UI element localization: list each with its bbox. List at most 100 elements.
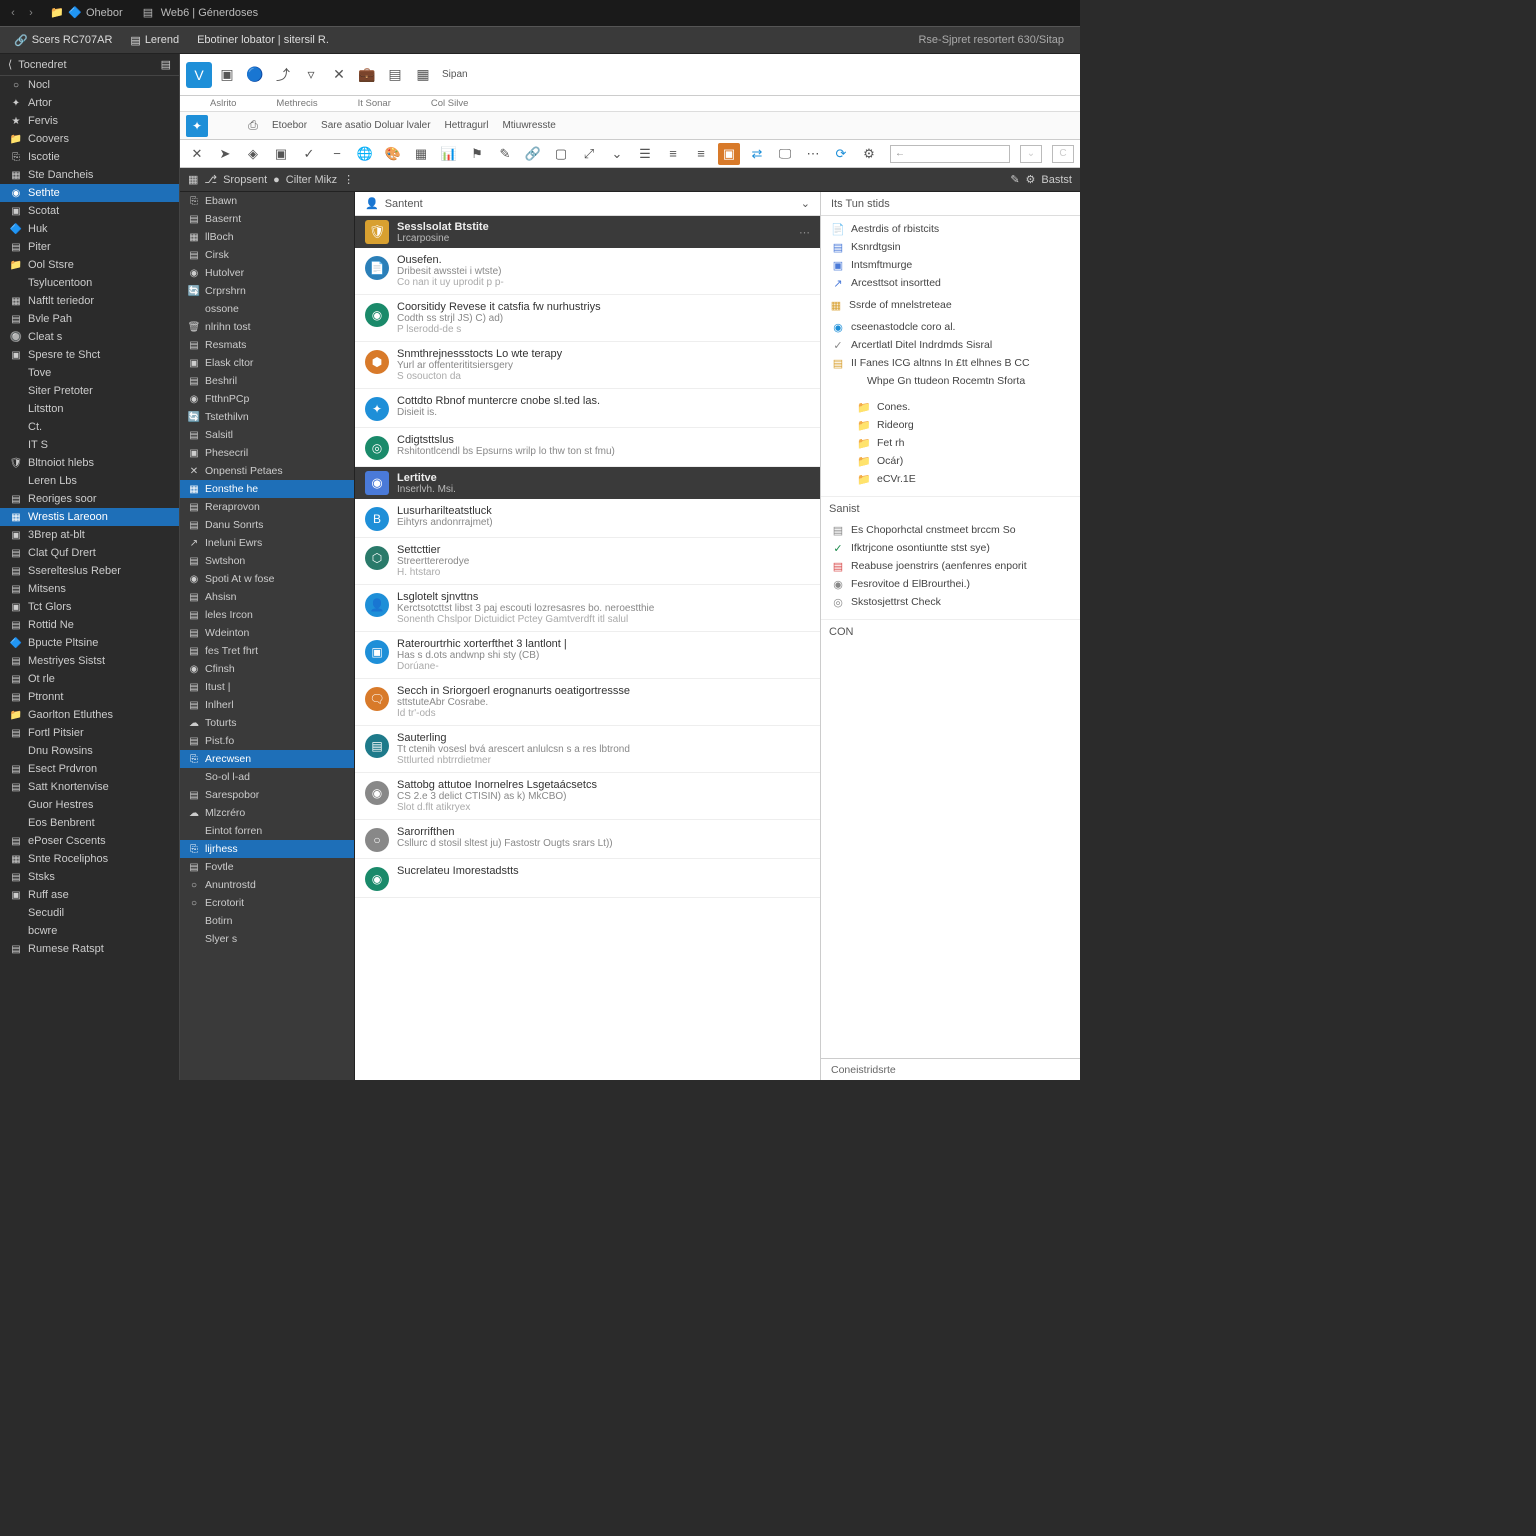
mode-btn-active[interactable]: ✦: [186, 115, 208, 137]
tree-item[interactable]: ▤Ahsisn: [180, 588, 354, 606]
inspector-row[interactable]: 📁Rideorg: [839, 416, 1072, 434]
inspector-row[interactable]: ✓Arcertlatl Ditel Indrdmds Sisral: [829, 336, 1072, 354]
search-input[interactable]: ←: [890, 145, 1010, 163]
window-tab-0[interactable]: 📁🔷Ohebor: [42, 3, 131, 23]
check-icon[interactable]: ✓: [298, 143, 320, 165]
feed-item[interactable]: ⬢Snmthrejnessstocts Lo wte terapyYurl ar…: [355, 342, 820, 389]
tree-item[interactable]: 🗑nlrihn tost: [180, 318, 354, 336]
nav-item[interactable]: Tsylucentoon: [0, 274, 179, 292]
tree-item[interactable]: ▤Itust |: [180, 678, 354, 696]
nav-item[interactable]: ▤Stsks: [0, 868, 179, 886]
nav-fwd-icon[interactable]: ›: [24, 6, 38, 20]
diamond-icon[interactable]: ◈: [242, 143, 264, 165]
box2-icon[interactable]: ▢: [550, 143, 572, 165]
menu-item-1[interactable]: ▤Lerend: [122, 31, 187, 50]
feed-item[interactable]: ▤SauterlingTt ctenih vosesl bvá arescert…: [355, 726, 820, 773]
inspector-row[interactable]: 📁eCVr.1E: [839, 470, 1072, 488]
tree-item[interactable]: ⎘Ebawn: [180, 192, 354, 210]
nav-item[interactable]: ▤Esect Prdvron: [0, 760, 179, 778]
menu-item-2[interactable]: Ebotiner lobator | sitersil R.: [189, 31, 337, 49]
flag-icon[interactable]: ⚑: [466, 143, 488, 165]
feed-item[interactable]: ◉Sattobg attutoe Inornelres Lsgetaácsetc…: [355, 773, 820, 820]
c-box[interactable]: C: [1052, 145, 1074, 163]
list-icon[interactable]: ☰: [634, 143, 656, 165]
nav-item[interactable]: ▤Rumese Ratspt: [0, 940, 179, 958]
inspector-row[interactable]: 📁Ocár): [839, 452, 1072, 470]
inspector-row[interactable]: ◉cseenastodcle coro al.: [829, 318, 1072, 336]
inspector-row[interactable]: ▤Ksnrdtgsin: [829, 238, 1072, 256]
tree-item[interactable]: ▤Inlherl: [180, 696, 354, 714]
back-icon[interactable]: ⟨: [8, 58, 12, 71]
feed-item[interactable]: ▣Raterourtrhic xorterfthet 3 lantlont |H…: [355, 632, 820, 679]
nav-back-icon[interactable]: ‹: [6, 6, 20, 20]
nav-item[interactable]: 📁Gaorlton Etluthes: [0, 706, 179, 724]
close-icon[interactable]: ✕: [186, 143, 208, 165]
tree-item[interactable]: ☁Toturts: [180, 714, 354, 732]
briefcase-icon[interactable]: 💼: [354, 62, 380, 88]
edit-icon[interactable]: ✎: [1010, 173, 1019, 186]
save-icon[interactable]: ⎙: [242, 115, 264, 137]
nav-item[interactable]: ▤Clat Quf Drert: [0, 544, 179, 562]
tree-item[interactable]: ▤fes Tret fhrt: [180, 642, 354, 660]
arrow-icon[interactable]: ➤: [214, 143, 236, 165]
nav-item[interactable]: bcwre: [0, 922, 179, 940]
inspector-row[interactable]: ▣Intsmftmurge: [829, 256, 1072, 274]
grid-icon[interactable]: ▦: [410, 143, 432, 165]
collapse-icon[interactable]: ▤: [161, 58, 171, 71]
expand-icon[interactable]: ⤢: [578, 143, 600, 165]
tree-item[interactable]: ▤Basernt: [180, 210, 354, 228]
tree-item[interactable]: ◉FtthnPCp: [180, 390, 354, 408]
nav-item[interactable]: ▣Scotat: [0, 202, 179, 220]
align-right-icon[interactable]: ≡: [690, 143, 712, 165]
paint-icon[interactable]: 🎨: [382, 143, 404, 165]
inspector-row[interactable]: ◉Fesrovitoe d ElBrourthei.): [829, 575, 1072, 593]
tree-item[interactable]: ▣Elask cltor: [180, 354, 354, 372]
feed-item[interactable]: 👤Lsglotelt sjnvttnsKerctsotcttst libst 3…: [355, 585, 820, 632]
settings-icon[interactable]: ⚙: [858, 143, 880, 165]
tree-item[interactable]: ▤Danu Sonrts: [180, 516, 354, 534]
nav-item[interactable]: ▤Mitsens: [0, 580, 179, 598]
tree-item[interactable]: ▤Fovtle: [180, 858, 354, 876]
nav-item[interactable]: Guor Hestres: [0, 796, 179, 814]
chart-icon[interactable]: 📊: [438, 143, 460, 165]
nav-item[interactable]: ◉Sethte: [0, 184, 179, 202]
tree-item[interactable]: Botirn: [180, 912, 354, 930]
tool-btn-b[interactable]: 🔵: [242, 62, 268, 88]
nav-item[interactable]: ▦Naftlt teriedor: [0, 292, 179, 310]
tree-item[interactable]: ▤Reraprovon: [180, 498, 354, 516]
tree-item[interactable]: ○Ecrotorit: [180, 894, 354, 912]
tool-btn-a[interactable]: ▣: [214, 62, 240, 88]
inspector-row[interactable]: ↗Arcesttsot insortted: [829, 274, 1072, 292]
tree-item[interactable]: ▤Salsitl: [180, 426, 354, 444]
nav-item[interactable]: ✦Artor: [0, 94, 179, 112]
tree-item[interactable]: ▤leles Ircon: [180, 606, 354, 624]
more-icon[interactable]: ⋯: [802, 143, 824, 165]
tree-item[interactable]: Eintot forren: [180, 822, 354, 840]
nav-item[interactable]: Secudil: [0, 904, 179, 922]
nav-item[interactable]: Tove: [0, 364, 179, 382]
minus-icon[interactable]: −: [326, 143, 348, 165]
feed-item[interactable]: ◉Coorsitidy Revese it catsfia fw nurhust…: [355, 295, 820, 342]
feed-item[interactable]: ✦Cottdto Rbnof muntercre cnobe sl.ted la…: [355, 389, 820, 428]
nav-item[interactable]: Dnu Rowsins: [0, 742, 179, 760]
feed-item[interactable]: 🗨Secch in Sriorgoerl erognanurts oeatigo…: [355, 679, 820, 726]
inspector-row[interactable]: 📄Aestrdis of rbistcits: [829, 220, 1072, 238]
refresh-icon[interactable]: ⟳: [830, 143, 852, 165]
app-logo-icon[interactable]: V: [186, 62, 212, 88]
link-icon[interactable]: 🔗: [522, 143, 544, 165]
monitor-icon[interactable]: 🖵: [774, 143, 796, 165]
tree-item[interactable]: ◉Spoti At w fose: [180, 570, 354, 588]
nav-item[interactable]: Ct.: [0, 418, 179, 436]
box-icon[interactable]: ▣: [270, 143, 292, 165]
nav-item[interactable]: 🔘Cleat s: [0, 328, 179, 346]
tree-item[interactable]: ▤Wdeinton: [180, 624, 354, 642]
tool-btn-e[interactable]: ✕: [326, 62, 352, 88]
nav-item[interactable]: ▤Mestriyes Sistst: [0, 652, 179, 670]
tree-item[interactable]: ○Anuntrostd: [180, 876, 354, 894]
opts-icon[interactable]: ⋮: [343, 173, 354, 186]
nav-item[interactable]: ▤Rottid Ne: [0, 616, 179, 634]
inspector-row[interactable]: 📁Cones.: [839, 398, 1072, 416]
nav-item[interactable]: ▤Ptronnt: [0, 688, 179, 706]
nav-item[interactable]: ▤Reoriges soor: [0, 490, 179, 508]
nav-item[interactable]: ▦Ste Dancheis: [0, 166, 179, 184]
